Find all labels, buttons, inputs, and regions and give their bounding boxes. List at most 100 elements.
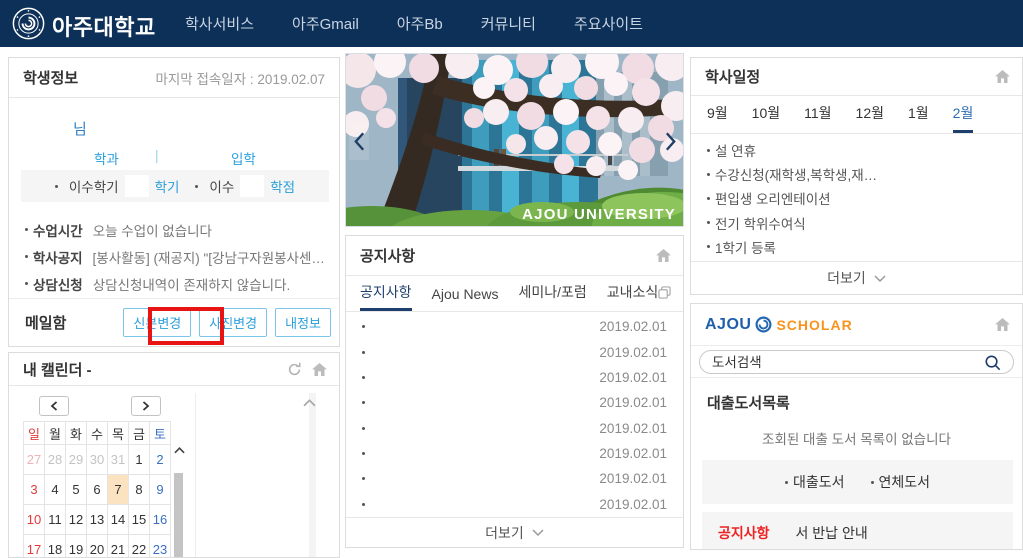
my-calendar-header: 내 캘린더 - [9, 353, 339, 386]
university-name[interactable]: 아주대학교 [52, 10, 156, 42]
calendar-day[interactable]: 5 [66, 475, 87, 505]
notices-more-button[interactable]: 더보기 [346, 517, 683, 547]
tab-month-dec[interactable]: 12월 [856, 103, 884, 133]
calendar-day[interactable]: 15 [129, 505, 150, 535]
calendar-day[interactable]: 23 [150, 535, 171, 558]
schedule-title: 학사일정 [705, 66, 760, 87]
tab-month-jan[interactable]: 1월 [908, 103, 929, 133]
notice-item[interactable]: 2019.02.01 [346, 421, 683, 436]
calendar-day[interactable]: 4 [45, 475, 66, 505]
calendar-day[interactable]: 3 [24, 475, 45, 505]
notice-item[interactable]: 2019.02.01 [346, 497, 683, 512]
refresh-icon[interactable] [287, 362, 302, 377]
ajou-scholar-logo[interactable]: AJOU SCHOLAR [705, 316, 853, 334]
calendar-day[interactable]: 14 [108, 505, 129, 535]
counseling-row[interactable]: 상담신청 상담신청내역이 존재하지 않습니다. [25, 270, 329, 297]
calendar-day-today[interactable]: 7 [108, 475, 129, 505]
menu-item-major-sites[interactable]: 주요사이트 [574, 13, 643, 34]
calendar-day[interactable]: 21 [108, 535, 129, 558]
calendar-next-button[interactable] [131, 396, 161, 416]
calendar-day[interactable]: 1 [129, 445, 150, 475]
calendar-day[interactable]: 12 [66, 505, 87, 535]
schedule-more-button[interactable]: 더보기 [691, 261, 1022, 294]
chevron-up-icon[interactable] [303, 399, 316, 407]
calendar-day[interactable]: 27 [24, 445, 45, 475]
open-windows-icon[interactable] [658, 286, 671, 299]
schedule-item[interactable]: 설 연휴 [691, 140, 1022, 160]
home-icon[interactable] [995, 318, 1010, 331]
library-notice-box[interactable]: 공지사항 서 반납 안내 [702, 512, 1013, 550]
calendar-day[interactable]: 9 [150, 475, 171, 505]
chevron-up-icon[interactable] [174, 447, 185, 454]
department-suffix: 학과 [94, 148, 119, 168]
calendar-day[interactable]: 10 [24, 505, 45, 535]
campus-photo: AJOU UNIVERSITY [346, 54, 684, 227]
bullet-icon [25, 228, 28, 231]
carousel-prev-arrow[interactable] [349, 122, 369, 160]
notice-item[interactable]: 2019.02.01 [346, 446, 683, 461]
schedule-item[interactable]: 1학기 등록 [691, 237, 1022, 257]
calendar-day[interactable]: 22 [129, 535, 150, 558]
calendar-day[interactable]: 28 [45, 445, 66, 475]
tab-month-oct[interactable]: 10월 [752, 103, 780, 133]
calendar-scrollbar[interactable] [172, 445, 186, 557]
tab-campus-news[interactable]: 교내소식 [607, 282, 659, 311]
calendar-day[interactable]: 2 [150, 445, 171, 475]
calendar-day[interactable]: 17 [24, 535, 45, 558]
calendar-week-row: 10 11 12 13 14 15 16 [24, 505, 171, 535]
bullet-icon [362, 427, 365, 430]
calendar-day[interactable]: 20 [87, 535, 108, 558]
tab-seminar-forum[interactable]: 세미나/포럼 [518, 282, 586, 311]
search-icon[interactable] [984, 354, 1001, 371]
calendar-day[interactable]: 16 [150, 505, 171, 535]
tab-month-sep[interactable]: 9월 [707, 103, 728, 133]
notice-item[interactable]: 2019.02.01 [346, 319, 683, 334]
calendar-day[interactable]: 31 [108, 445, 129, 475]
panel-scrollbar[interactable] [309, 393, 316, 557]
menu-item-bb[interactable]: 아주Bb [397, 13, 443, 34]
menu-item-gmail[interactable]: 아주Gmail [292, 13, 359, 34]
book-search-box[interactable] [699, 350, 1014, 374]
schedule-item[interactable]: 전기 학위수여식 [691, 213, 1022, 233]
tab-ajou-news[interactable]: Ajou News [432, 286, 499, 311]
notice-item[interactable]: 2019.02.01 [346, 345, 683, 360]
book-search-input[interactable] [712, 355, 984, 370]
bullet-icon [362, 401, 365, 404]
home-icon[interactable] [312, 363, 327, 376]
academic-notice-row[interactable]: 학사공지 [봉사활동] (재공지) "[강남구자원봉사센터]… [25, 243, 329, 270]
menu-item-community[interactable]: 커뮤니티 [481, 13, 536, 34]
notice-item[interactable]: 2019.02.01 [346, 370, 683, 385]
scrollbar-thumb[interactable] [174, 473, 183, 558]
redacted-value [240, 175, 264, 197]
tab-notices[interactable]: 공지사항 [360, 282, 412, 311]
menu-item-academic-services[interactable]: 학사서비스 [185, 13, 254, 34]
change-status-button[interactable]: 신분변경 [123, 308, 191, 337]
bullet-icon [871, 481, 874, 484]
home-icon[interactable] [995, 70, 1010, 83]
calendar-day[interactable]: 19 [66, 535, 87, 558]
class-time-row[interactable]: 수업시간 오늘 수업이 없습니다 [25, 216, 329, 243]
mailbox-label[interactable]: 메일함 [25, 312, 66, 333]
calendar-day[interactable]: 29 [66, 445, 87, 475]
borrowed-books-link[interactable]: 대출도서 [785, 472, 845, 492]
my-info-button[interactable]: 내정보 [275, 308, 331, 337]
carousel-next-arrow[interactable] [660, 122, 680, 160]
notice-item[interactable]: 2019.02.01 [346, 395, 683, 410]
mini-calendar: 일 월 화 수 목 금 토 27 28 29 30 31 1 2 3 4 5 6… [23, 421, 171, 558]
overdue-books-link[interactable]: 연체도서 [871, 472, 931, 492]
calendar-day[interactable]: 11 [45, 505, 66, 535]
calendar-day[interactable]: 8 [129, 475, 150, 505]
calendar-day[interactable]: 30 [87, 445, 108, 475]
change-photo-button[interactable]: 사진변경 [199, 308, 267, 337]
notice-item[interactable]: 2019.02.01 [346, 471, 683, 486]
calendar-day[interactable]: 6 [87, 475, 108, 505]
loan-list-title: 대출도서목록 [707, 392, 790, 413]
calendar-day[interactable]: 13 [87, 505, 108, 535]
home-icon[interactable] [656, 249, 671, 262]
schedule-item[interactable]: 수강신청(재학생,복학생,재… [691, 164, 1022, 184]
calendar-day[interactable]: 18 [45, 535, 66, 558]
tab-month-feb[interactable]: 2월 [953, 103, 974, 133]
schedule-item[interactable]: 편입생 오리엔테이션 [691, 188, 1022, 208]
tab-month-nov[interactable]: 11월 [804, 103, 831, 133]
calendar-prev-button[interactable] [39, 396, 69, 416]
